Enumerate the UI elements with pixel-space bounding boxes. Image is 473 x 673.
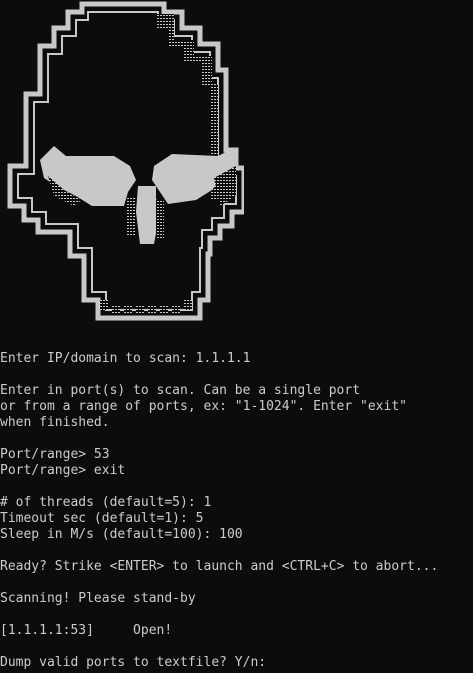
port-help-line: Enter in port(s) to scan. Can be a singl… bbox=[0, 383, 361, 398]
teeth bbox=[100, 300, 192, 314]
dump-prompt[interactable]: Dump valid ports to textfile? Y/n: bbox=[0, 655, 473, 671]
port-help-line: when finished. bbox=[0, 415, 110, 430]
ready-prompt: Ready? Strike <ENTER> to launch and <CTR… bbox=[0, 559, 439, 574]
port-entry-line: Port/range> 53 bbox=[0, 447, 110, 462]
terminal-window[interactable]: Enter IP/domain to scan: 1.1.1.1 Enter i… bbox=[0, 0, 473, 673]
sleep-line: Sleep in M/s (default=100): 100 bbox=[0, 527, 243, 542]
port-entry-line: Port/range> exit bbox=[0, 463, 126, 478]
timeout-line: Timeout sec (default=1): 5 bbox=[0, 511, 204, 526]
terminal-output: Enter IP/domain to scan: 1.1.1.1 Enter i… bbox=[0, 351, 473, 671]
skull-ascii-art bbox=[7, 1, 244, 321]
left-eye-socket bbox=[40, 146, 136, 206]
threads-line: # of threads (default=5): 1 bbox=[0, 495, 212, 510]
port-help-line: or from a range of ports, ex: "1-1024". … bbox=[0, 399, 407, 414]
target-prompt: Enter IP/domain to scan: 1.1.1.1 bbox=[0, 351, 251, 366]
scanning-status: Scanning! Please stand-by bbox=[0, 591, 196, 606]
scan-result: [1.1.1.1:53] Open! bbox=[0, 623, 173, 638]
